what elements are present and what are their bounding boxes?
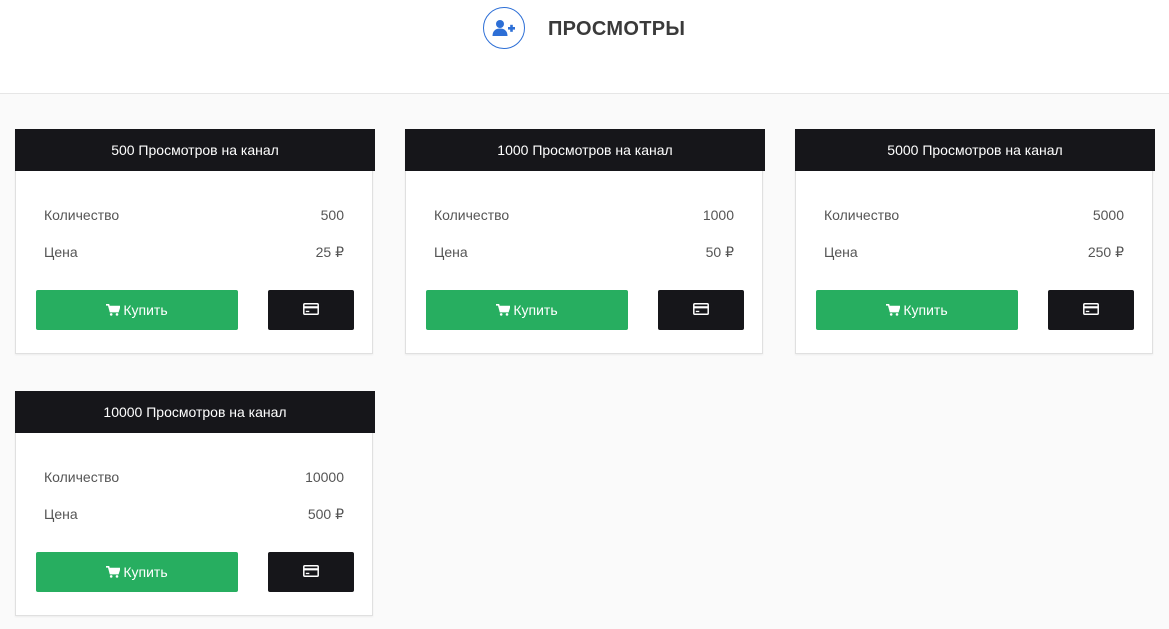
price-label: Цена bbox=[824, 244, 858, 260]
buy-button-label: Купить bbox=[123, 564, 168, 580]
quantity-value: 500 bbox=[320, 207, 344, 223]
user-plus-icon bbox=[483, 7, 525, 49]
package-card: 500 Просмотров на канал Количество 500 Ц… bbox=[15, 129, 375, 354]
buy-button[interactable]: Купить bbox=[426, 290, 628, 330]
price-label: Цена bbox=[434, 244, 468, 260]
buy-button[interactable]: Купить bbox=[36, 552, 238, 592]
card-pay-button[interactable] bbox=[268, 290, 354, 330]
page-title: ПРОСМОТРЫ bbox=[548, 18, 686, 40]
quantity-label: Количество bbox=[44, 469, 120, 485]
quantity-value: 10000 bbox=[305, 469, 344, 485]
cart-icon bbox=[106, 566, 121, 578]
price-label: Цена bbox=[44, 244, 78, 260]
credit-card-icon bbox=[303, 302, 319, 318]
cart-icon bbox=[106, 304, 121, 316]
cart-icon bbox=[496, 304, 511, 316]
credit-card-icon bbox=[693, 302, 709, 318]
package-title: 1000 Просмотров на канал bbox=[405, 129, 765, 171]
package-card: 10000 Просмотров на канал Количество 100… bbox=[15, 391, 375, 616]
quantity-value: 1000 bbox=[702, 207, 734, 223]
cart-icon bbox=[886, 304, 901, 316]
page-header: ПРОСМОТРЫ bbox=[0, 0, 1169, 94]
quantity-label: Количество bbox=[824, 207, 900, 223]
quantity-label: Количество bbox=[44, 207, 120, 223]
buy-button-label: Купить bbox=[903, 302, 948, 318]
package-card: 1000 Просмотров на канал Количество 1000… bbox=[405, 129, 765, 354]
credit-card-icon bbox=[1083, 302, 1099, 318]
price-value: 250 ₽ bbox=[1087, 244, 1124, 260]
buy-button[interactable]: Купить bbox=[36, 290, 238, 330]
quantity-value: 5000 bbox=[1092, 207, 1124, 223]
card-pay-button[interactable] bbox=[1048, 290, 1134, 330]
price-value: 500 ₽ bbox=[307, 506, 344, 522]
buy-button-label: Купить bbox=[513, 302, 558, 318]
price-value: 50 ₽ bbox=[705, 244, 734, 260]
package-title: 5000 Просмотров на канал bbox=[795, 129, 1155, 171]
package-title: 10000 Просмотров на канал bbox=[15, 391, 375, 433]
credit-card-icon bbox=[303, 564, 319, 580]
price-value: 25 ₽ bbox=[315, 244, 344, 260]
price-label: Цена bbox=[44, 506, 78, 522]
buy-button-label: Купить bbox=[123, 302, 168, 318]
quantity-label: Количество bbox=[434, 207, 510, 223]
package-card: 5000 Просмотров на канал Количество 5000… bbox=[795, 129, 1155, 354]
card-pay-button[interactable] bbox=[658, 290, 744, 330]
buy-button[interactable]: Купить bbox=[816, 290, 1018, 330]
card-pay-button[interactable] bbox=[268, 552, 354, 592]
package-title: 500 Просмотров на канал bbox=[15, 129, 375, 171]
